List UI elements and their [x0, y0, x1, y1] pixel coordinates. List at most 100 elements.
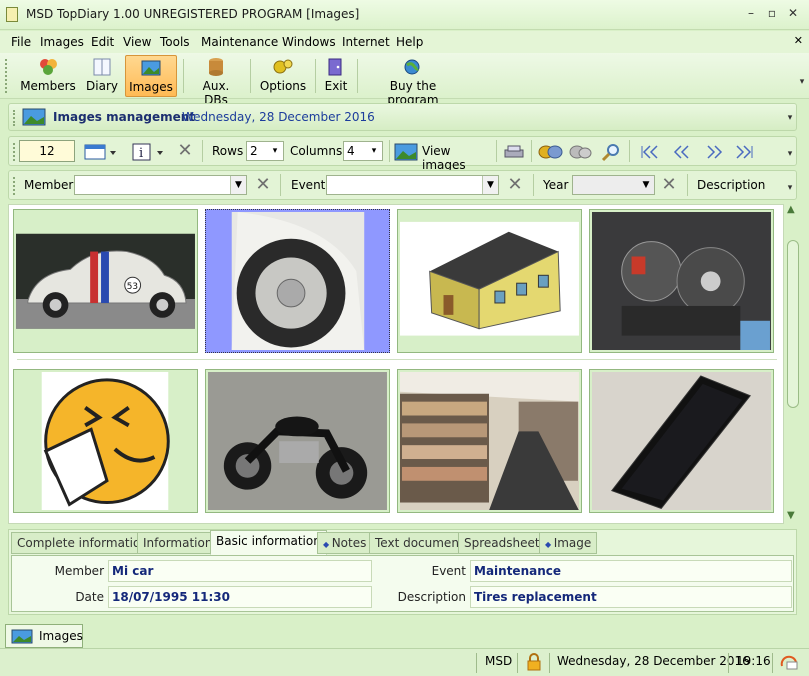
coins-icon[interactable] [538, 142, 564, 162]
aux-dbs-button[interactable]: Aux. DBs [190, 55, 242, 107]
tab-basic-information[interactable]: Basic information [210, 530, 327, 555]
menu-windows[interactable]: Windows [282, 35, 336, 49]
columns-select[interactable]: 4 ▾ [343, 141, 383, 161]
last-icon[interactable] [733, 142, 755, 162]
thumb-car[interactable]: 53 [13, 209, 198, 353]
maximize-icon[interactable]: ▫ [765, 6, 779, 20]
tab-spreadsheet[interactable]: Spreadsheet [458, 532, 546, 554]
previous-icon[interactable] [671, 142, 693, 162]
menu-maintenance[interactable]: Maintenance [201, 35, 278, 49]
menu-help[interactable]: Help [396, 35, 423, 49]
member-clear-x-icon[interactable]: ✕ [253, 175, 273, 195]
event-filter-select[interactable]: ▼ [326, 175, 499, 195]
menu-tools[interactable]: Tools [160, 35, 190, 49]
minimize-icon[interactable]: – [744, 6, 758, 20]
thumb-store[interactable] [397, 369, 582, 513]
menu-view[interactable]: View [123, 35, 151, 49]
buy-program-button[interactable]: Buy the program [366, 55, 460, 107]
year-filter-arrow-icon[interactable]: ▼ [638, 176, 654, 194]
clear-x-icon[interactable]: ✕ [175, 141, 195, 161]
thumb-sneeze[interactable] [13, 369, 198, 513]
scroll-up-icon[interactable]: ▲ [787, 204, 795, 215]
magnifier-icon[interactable] [600, 142, 622, 162]
event-filter-arrow-icon[interactable]: ▼ [482, 176, 498, 194]
thumb-house[interactable] [397, 209, 582, 353]
close-icon[interactable]: ✕ [786, 6, 800, 20]
window-task-images[interactable]: Images [5, 624, 83, 648]
mdi-close-icon[interactable]: ✕ [794, 34, 803, 47]
status-date: Wednesday, 28 December 2016 [557, 654, 750, 668]
info-dropdown-button[interactable]: i [131, 142, 167, 162]
menu-edit[interactable]: Edit [91, 35, 114, 49]
status-separator [728, 653, 729, 673]
options-button[interactable]: Options [258, 55, 308, 97]
thumb-phone[interactable] [589, 369, 774, 513]
gallery-scrollbar[interactable]: ▲ ▼ [786, 204, 800, 524]
images-icon [141, 60, 161, 76]
event-clear-x-icon[interactable]: ✕ [505, 175, 525, 195]
tab-image[interactable]: ◆ Image [539, 532, 598, 554]
sync-icon[interactable] [779, 654, 799, 670]
tab-complete-information[interactable]: Complete information [11, 532, 154, 554]
separator [629, 140, 630, 162]
rows-select[interactable]: 2 ▾ [246, 141, 284, 161]
columns-label: Columns [290, 144, 343, 158]
scroll-down-icon[interactable]: ▼ [787, 510, 795, 521]
menu-internet[interactable]: Internet [342, 35, 390, 49]
image-count-field[interactable]: 12 [19, 140, 75, 162]
toolbar-grip[interactable] [5, 59, 8, 93]
menu-images[interactable]: Images [40, 35, 84, 49]
columns-arrow-icon[interactable]: ▾ [366, 142, 382, 160]
header-overflow-icon[interactable]: ▾ [783, 111, 797, 125]
view-images-button[interactable]: View images [394, 141, 492, 172]
member-filter-arrow-icon[interactable]: ▼ [230, 176, 246, 194]
next-icon[interactable] [703, 142, 725, 162]
year-clear-x-icon[interactable]: ✕ [659, 175, 679, 195]
members-button[interactable]: Members [18, 55, 78, 97]
motorcycle-image [208, 372, 387, 511]
filter-grip[interactable] [13, 177, 16, 195]
notes-marker-icon: ◆ [323, 540, 332, 549]
description-field[interactable]: Tires replacement [470, 586, 792, 608]
thumb-engine[interactable] [589, 209, 774, 353]
engine-image [592, 212, 771, 351]
member-field[interactable]: Mi car [108, 560, 372, 582]
scroll-thumb[interactable] [787, 240, 799, 408]
menu-file[interactable]: File [11, 35, 31, 49]
layout-dropdown-button[interactable] [84, 142, 120, 162]
toolbar-separator [357, 59, 358, 93]
diary-button[interactable]: Diary [84, 55, 120, 97]
date-field[interactable]: 18/07/1995 11:30 [108, 586, 372, 608]
lock-icon[interactable] [526, 653, 542, 671]
gears-icon [273, 59, 293, 74]
thumb-wheel[interactable] [205, 209, 390, 353]
images-button[interactable]: Images [125, 55, 177, 97]
header-grip[interactable] [13, 110, 16, 126]
image-toolbar-grip[interactable] [13, 143, 16, 161]
rows-label: Rows [212, 144, 244, 158]
images-header-date: Wednesday, 28 December 2016 [182, 110, 375, 124]
toolbar-overflow-icon[interactable]: ▾ [795, 75, 809, 89]
year-filter-select[interactable]: ▼ [572, 175, 655, 195]
tab-text-document[interactable]: Text document [369, 532, 470, 554]
thumb-motorcycle[interactable] [205, 369, 390, 513]
tab-information[interactable]: Information [137, 532, 219, 554]
grey-coins-icon[interactable] [568, 142, 594, 162]
image-toolbar-overflow-icon[interactable]: ▾ [783, 147, 797, 161]
tab-notes[interactable]: ◆ Notes [317, 532, 373, 554]
separator [389, 140, 390, 162]
exit-door-icon [328, 58, 342, 76]
columns-value: 4 [347, 144, 355, 158]
rows-arrow-icon[interactable]: ▾ [267, 142, 283, 160]
event-field[interactable]: Maintenance [470, 560, 792, 582]
status-separator [476, 653, 477, 673]
exit-button[interactable]: Exit [320, 55, 352, 97]
images-header-icon [22, 108, 46, 126]
menu-bar: File Images Edit View Tools Maintenance … [0, 31, 809, 53]
scanner-icon[interactable] [503, 142, 525, 162]
separator [687, 174, 688, 196]
first-icon[interactable] [639, 142, 661, 162]
separator [280, 174, 281, 196]
filter-overflow-icon[interactable]: ▾ [783, 181, 797, 195]
member-filter-select[interactable]: ▼ [74, 175, 247, 195]
